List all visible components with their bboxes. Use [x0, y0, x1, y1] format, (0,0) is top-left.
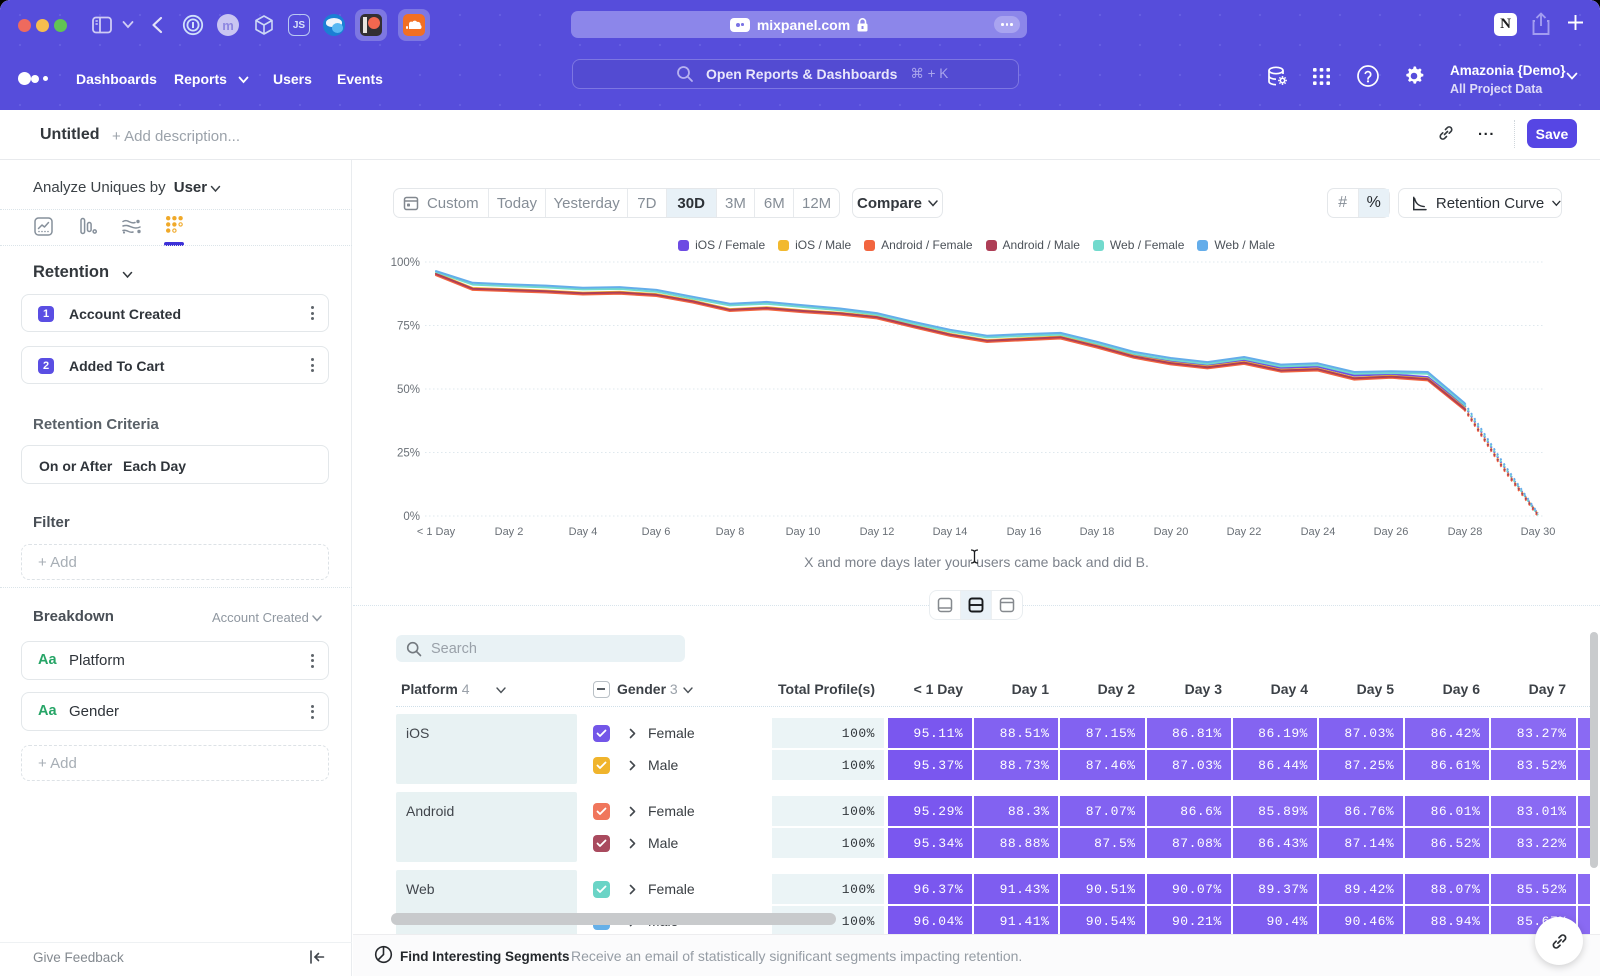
svg-text:Day 4: Day 4: [569, 526, 598, 538]
svg-text:Day 22: Day 22: [1227, 526, 1262, 538]
svg-text:75%: 75%: [397, 321, 420, 333]
svg-text:Day 10: Day 10: [786, 526, 821, 538]
svg-text:Day 20: Day 20: [1154, 526, 1189, 538]
svg-text:Day 2: Day 2: [495, 526, 524, 538]
svg-text:0%: 0%: [403, 511, 420, 523]
svg-text:Day 12: Day 12: [860, 526, 895, 538]
svg-text:Day 14: Day 14: [933, 526, 968, 538]
svg-text:Day 16: Day 16: [1007, 526, 1042, 538]
svg-text:Day 24: Day 24: [1301, 526, 1336, 538]
svg-text:Day 18: Day 18: [1080, 526, 1115, 538]
svg-text:Day 30: Day 30: [1521, 526, 1556, 538]
svg-text:Day 8: Day 8: [716, 526, 745, 538]
svg-text:Day 26: Day 26: [1374, 526, 1409, 538]
svg-text:25%: 25%: [397, 448, 420, 460]
svg-text:100%: 100%: [391, 257, 420, 269]
svg-text:< 1 Day: < 1 Day: [417, 526, 456, 538]
svg-text:Day 28: Day 28: [1448, 526, 1483, 538]
svg-text:50%: 50%: [397, 384, 420, 396]
svg-text:Day 6: Day 6: [642, 526, 671, 538]
